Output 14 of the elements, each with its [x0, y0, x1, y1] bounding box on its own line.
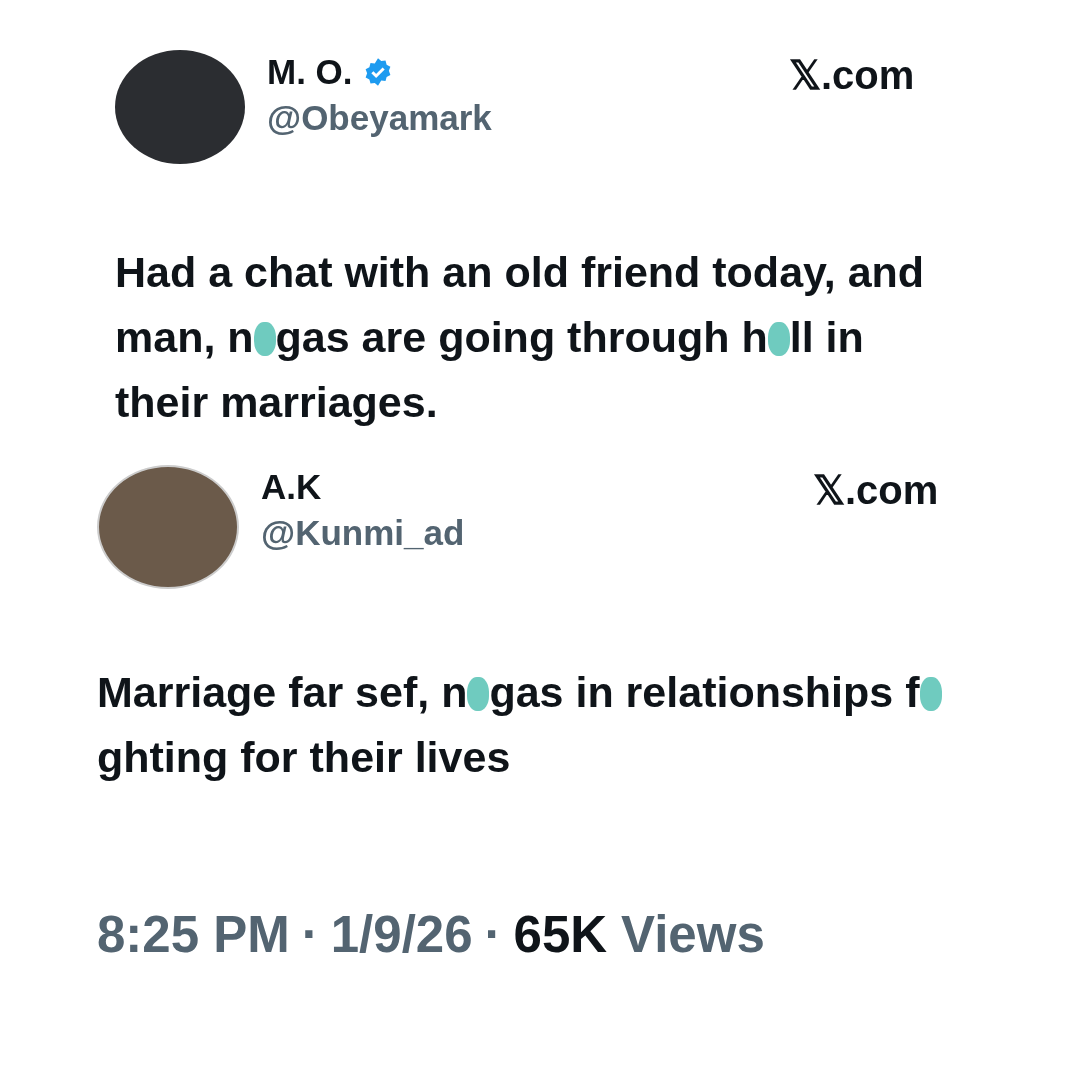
tweet-time: 8:25 PM [97, 905, 290, 964]
user-handle: @Obeyamark [267, 98, 493, 138]
site-label: 𝕏.com [789, 52, 915, 98]
user-handle: @Kunmi_ad [261, 513, 466, 553]
user-name: M. O. [267, 52, 353, 92]
user-name: A.K [261, 467, 322, 507]
tweet-text: Had a chat with an old friend today, and man, n gas are going through h ll in their marriages. [115, 247, 926, 428]
separator-dot: · [301, 905, 319, 964]
tweet-date: 1/9/26 [330, 905, 473, 964]
views-label: Views [621, 905, 765, 964]
views-count: 65K [513, 905, 608, 964]
site-label: 𝕏.com [813, 467, 939, 513]
separator-dot: · [484, 905, 502, 964]
tweet-text: Marriage far sef, n gas in relationships f ghting for their lives [97, 660, 997, 790]
